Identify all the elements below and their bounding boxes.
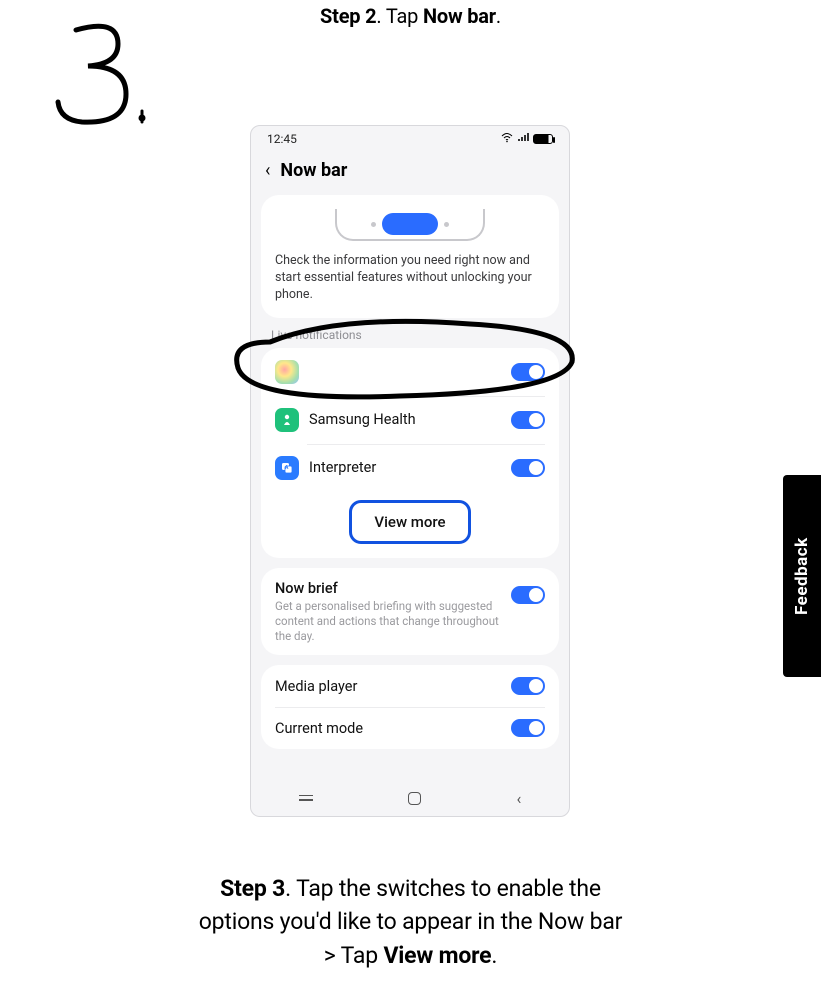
samsung-health-icon [275, 408, 299, 432]
view-more-button[interactable]: View more [349, 500, 470, 544]
status-bar: 12:45 [251, 126, 569, 150]
step2-target: Now bar [423, 4, 496, 28]
list-item-label: Media player [275, 678, 501, 695]
toggle-switch[interactable] [511, 363, 545, 381]
app-icon [275, 360, 299, 384]
preview-card: Check the information you need right now… [261, 195, 559, 318]
list-item-media-player[interactable]: Media player [261, 665, 559, 707]
step3-label: Step 3 [220, 875, 285, 902]
toggle-switch[interactable] [511, 586, 545, 604]
toggle-switch[interactable] [511, 677, 545, 695]
step3-target: View more [383, 942, 491, 969]
android-nav-bar: ‹ [251, 780, 569, 816]
back-icon[interactable]: ‹ [265, 162, 270, 180]
step3-caption: Step 3. Tap the switches to enable the o… [0, 872, 821, 972]
nav-back-icon[interactable]: ‹ [516, 789, 521, 808]
toggle-switch[interactable] [511, 719, 545, 737]
extras-card: Media player Current mode [261, 665, 559, 749]
page-title: Now bar [280, 160, 347, 181]
section-label-live-notifications: Live notifications [251, 328, 569, 348]
now-brief-title: Now brief [275, 580, 501, 597]
list-item-samsung-health[interactable]: Samsung Health [261, 396, 559, 444]
interpreter-icon: A [275, 456, 299, 480]
settings-header: ‹ Now bar [251, 150, 569, 195]
signal-icon [517, 132, 529, 146]
list-item-blurred[interactable] [261, 348, 559, 396]
nav-recents-icon[interactable] [299, 795, 313, 801]
step2-label: Step 2 [320, 4, 376, 28]
wifi-icon [501, 132, 513, 146]
now-brief-card: Now brief Get a personalised briefing wi… [261, 568, 559, 656]
nav-home-icon[interactable] [408, 792, 421, 805]
battery-icon [533, 134, 553, 144]
toggle-switch[interactable] [511, 411, 545, 429]
list-item-current-mode[interactable]: Current mode [261, 707, 559, 749]
phone-screenshot: 12:45 ‹ Now bar [250, 125, 570, 817]
now-brief-subtitle: Get a personalised briefing with suggest… [275, 599, 501, 644]
now-bar-preview-image [275, 195, 545, 241]
feedback-tab[interactable]: Feedback [783, 475, 821, 677]
list-item-now-brief[interactable]: Now brief Get a personalised briefing wi… [261, 568, 559, 656]
handwritten-3-annotation [46, 20, 156, 140]
status-time: 12:45 [267, 132, 297, 146]
toggle-switch[interactable] [511, 459, 545, 477]
live-notifications-card: Samsung Health A Interpreter View more [261, 348, 559, 558]
list-item-label: Interpreter [309, 459, 501, 476]
list-item-label: Current mode [275, 720, 501, 737]
list-item-interpreter[interactable]: A Interpreter [261, 444, 559, 492]
preview-description: Check the information you need right now… [275, 253, 545, 304]
list-item-label: Samsung Health [309, 411, 501, 428]
